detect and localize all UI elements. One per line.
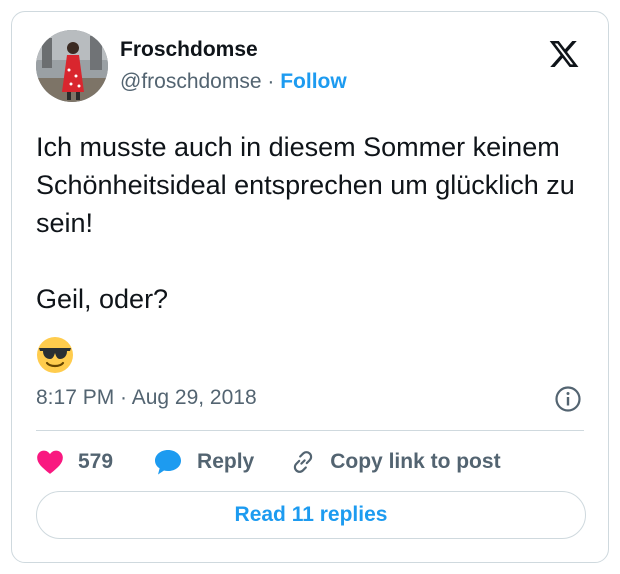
heart-icon	[37, 450, 63, 474]
author-name[interactable]: Froschdomse	[120, 38, 258, 62]
avatar[interactable]	[36, 30, 108, 102]
separator: ·	[267, 70, 275, 93]
reply-button[interactable]: Reply	[153, 448, 254, 476]
x-logo-icon[interactable]	[548, 38, 580, 70]
like-count: 579	[78, 450, 114, 473]
author-handle-row: @froschdomse · Follow	[120, 70, 347, 94]
follow-button[interactable]: Follow	[280, 70, 347, 93]
like-button[interactable]: 579	[36, 449, 113, 475]
copy-link-label: Copy link to post	[330, 450, 501, 473]
tweet-text: Ich musste auch in diesem Sommer keinem …	[36, 132, 575, 314]
tweet-card: Froschdomse @froschdomse · Follow Ich mu…	[11, 11, 609, 563]
copy-link-button[interactable]: Copy link to post	[290, 449, 501, 475]
info-icon[interactable]	[554, 385, 582, 413]
author-handle[interactable]: @froschdomse	[120, 70, 262, 93]
divider	[36, 430, 584, 431]
link-icon	[294, 451, 313, 473]
read-replies-button[interactable]: Read 11 replies	[36, 491, 586, 539]
reply-label: Reply	[197, 450, 255, 473]
action-bar: 579 Reply Copy link to post	[36, 444, 501, 480]
speech-bubble-icon	[155, 450, 182, 475]
sunglasses-emoji-icon	[36, 336, 74, 374]
timestamp[interactable]: 8:17 PM · Aug 29, 2018	[36, 386, 257, 410]
